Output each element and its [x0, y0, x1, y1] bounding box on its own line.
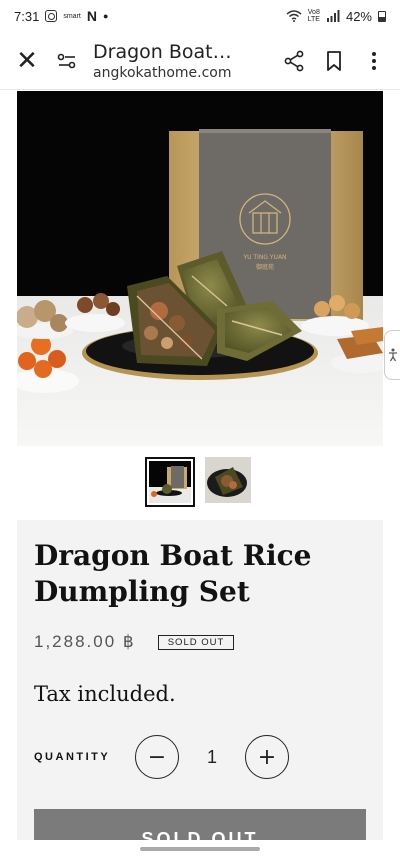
more-vert-icon[interactable]	[354, 41, 394, 81]
quantity-label: QUANTITY	[34, 751, 111, 763]
clock: 7:31	[14, 8, 40, 24]
status-bar-left: 7:31 smart N ●	[14, 8, 108, 24]
browser-toolbar: ✕ Dragon Boat… angkokathome.com	[0, 32, 400, 90]
accessibility-icon	[388, 348, 397, 362]
product-title: Dragon Boat Rice Dumpling Set	[34, 539, 312, 608]
instagram-icon	[45, 10, 58, 22]
signal-icon	[326, 10, 340, 22]
thumbnail-strip	[0, 457, 400, 507]
box-brand: YU TING YUAN	[242, 254, 286, 261]
navigation-bar	[0, 840, 400, 858]
app-label: smart	[63, 12, 81, 20]
sold-out-badge: SOLD OUT	[157, 634, 235, 650]
network-type: Vo8 LTE	[308, 9, 320, 23]
decrease-quantity-button[interactable]: −	[135, 735, 179, 779]
box-brand-cn: 御庭苑	[256, 263, 274, 271]
price-row: 1,288.00 ฿ SOLD OUT	[34, 632, 235, 652]
home-gesture-handle[interactable]	[140, 847, 260, 851]
network-bottom: LTE	[307, 16, 320, 23]
page-title: Dragon Boat…	[93, 40, 232, 63]
product-price: 1,288.00 ฿	[34, 632, 136, 651]
status-bar: 7:31 smart N ● Vo8 LTE 42%	[0, 0, 400, 32]
network-top: Vo8	[307, 9, 320, 16]
product-info-card: Dragon Boat Rice Dumpling Set 1,288.00 ฿…	[17, 520, 383, 858]
increase-quantity-button[interactable]: +	[245, 735, 289, 779]
bookmark-icon[interactable]	[314, 41, 354, 81]
wifi-icon	[286, 10, 302, 22]
tax-note: Tax included.	[34, 682, 176, 706]
site-settings-icon[interactable]	[47, 41, 87, 81]
status-bar-right: Vo8 LTE 42%	[286, 9, 386, 24]
quantity-value[interactable]: 1	[179, 747, 245, 768]
page-url: angkokathome.com	[93, 64, 232, 81]
notification-dot-icon: ●	[102, 11, 109, 21]
share-icon[interactable]	[274, 41, 314, 81]
close-icon[interactable]: ✕	[7, 41, 47, 81]
accessibility-tab[interactable]	[384, 330, 400, 380]
page-title-block[interactable]: Dragon Boat… angkokathome.com	[87, 41, 274, 81]
netflix-icon: N	[86, 8, 97, 24]
product-image[interactable]: YU TING YUAN 御庭苑	[17, 91, 383, 446]
battery-icon	[378, 10, 386, 22]
thumbnail-1[interactable]	[145, 457, 195, 507]
battery-level: 42%	[345, 8, 372, 24]
quantity-selector: QUANTITY − 1 +	[34, 734, 364, 780]
thumbnail-2[interactable]	[205, 457, 255, 507]
